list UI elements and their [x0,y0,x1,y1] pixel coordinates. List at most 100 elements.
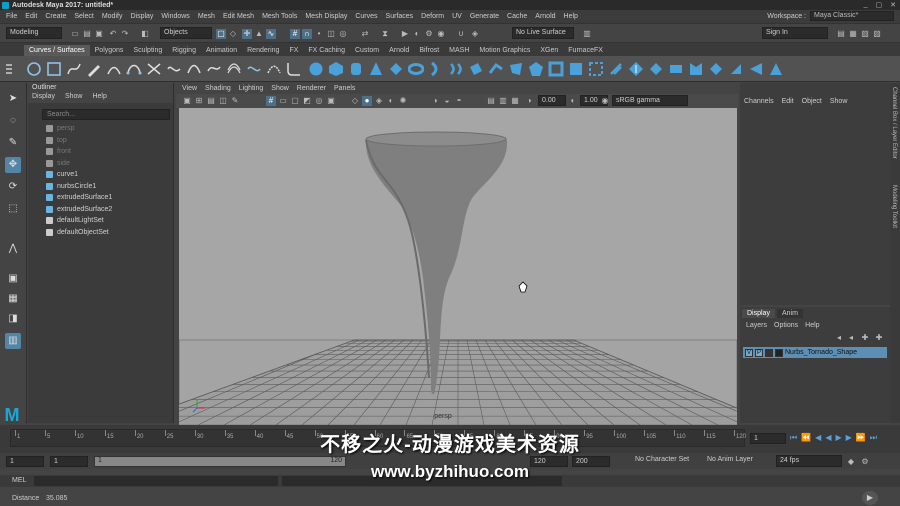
attach-curves-icon[interactable] [146,61,162,77]
shelf-tab-custom[interactable]: Custom [350,45,384,56]
nurbs-square-icon[interactable] [46,61,62,77]
open-close-surface-icon[interactable] [728,61,744,77]
rebuild-surface-icon[interactable] [768,61,784,77]
shelf-tab-fx[interactable]: FX [284,45,303,56]
four-view-layout-icon[interactable]: ▦ [5,291,21,307]
lasso-tool-icon[interactable]: ◌ [5,113,21,129]
outliner-menu-help[interactable]: Help [92,93,106,103]
outliner-item[interactable]: nurbsCircle1 [46,181,96,192]
outliner-item[interactable]: front [46,146,71,157]
resolution-gate-icon[interactable]: ▢ [290,96,300,106]
outliner-search-input[interactable]: Search... [42,109,170,120]
ep-curve-tool-icon[interactable] [66,61,82,77]
extend-curve-icon[interactable] [206,61,222,77]
toggle-attribute-editor-icon[interactable]: ▦ [848,29,858,39]
ipr-render-icon[interactable]: ◐ [412,29,422,39]
viewport-menu-panels[interactable]: Panels [334,85,355,92]
last-tool-icon[interactable]: ⋀ [5,241,21,257]
open-scene-icon[interactable]: ▤ [82,29,92,39]
fillet-curve-icon[interactable] [286,61,302,77]
shelf-settings-icon[interactable] [4,61,14,77]
render-settings-icon[interactable]: ⚙ [424,29,434,39]
insert-knot-icon[interactable] [186,61,202,77]
snap-point-icon[interactable]: • [314,29,324,39]
menu-mesh[interactable]: Mesh [198,13,215,20]
construction-history-icon[interactable]: ⧗ [380,29,390,39]
single-perspective-layout-icon[interactable]: ▣ [5,271,21,287]
gamma-icon[interactable]: ◐ [568,96,578,106]
close-button[interactable]: ✕ [890,1,896,9]
shelf-tab-sculpting[interactable]: Sculpting [128,45,167,56]
shelf-tab-arnold[interactable]: Arnold [384,45,414,56]
magnet-icon[interactable]: ∪ [456,29,466,39]
menu-mesh-display[interactable]: Mesh Display [305,13,347,20]
pick-mask-icon[interactable]: ✛ [242,29,252,39]
square-surface-icon[interactable] [568,61,584,77]
camera-bookmarks-icon[interactable]: ⊞ [194,96,204,106]
snap-view-plane-icon[interactable]: ◫ [326,29,336,39]
shelf-tab-furnacefx[interactable]: FurnaceFX [563,45,608,56]
layer-tab-display[interactable]: Display [742,309,775,318]
exposure-icon[interactable]: ◑ [524,96,534,106]
channel-box-menu-object[interactable]: Object [802,98,822,105]
workspace-dropdown[interactable]: Maya Classic* [810,11,894,21]
menu-set-dropdown[interactable]: Modeling [6,27,62,39]
render-frame-icon[interactable]: ▶ [400,29,410,39]
menu-edit[interactable]: Edit [25,13,37,20]
shelf-tab-fx-caching[interactable]: FX Caching [303,45,350,56]
project-curve-icon[interactable] [608,61,624,77]
side-tab-channel-box[interactable]: Channel Box / Layer Editor [891,87,897,159]
layer-visibility-toggle[interactable]: V [745,348,753,357]
extrude-icon[interactable] [488,61,504,77]
menu-deform[interactable]: Deform [421,13,444,20]
grease-pencil-icon[interactable]: ✎ [230,96,240,106]
viewport-menu-shading[interactable]: Shading [205,85,231,92]
gate-mask-icon[interactable]: ◩ [302,96,312,106]
exposure-field[interactable]: 0.00 [538,95,566,106]
menu-cache[interactable]: Cache [507,13,527,20]
shelf-tab-rendering[interactable]: Rendering [242,45,284,56]
revolve-icon[interactable] [428,61,444,77]
toggle-tool-settings-icon[interactable]: ▧ [860,29,870,39]
snap-curve-icon[interactable]: ∩ [302,29,312,39]
image-plane-icon[interactable]: ▤ [206,96,216,106]
layer-menu-layers[interactable]: Layers [746,322,767,329]
outliner-item[interactable]: defaultLightSet [46,215,104,226]
surface-fillet-icon[interactable] [588,61,604,77]
two-d-pan-zoom-icon[interactable]: ◫ [218,96,228,106]
outliner-menu-show[interactable]: Show [65,93,83,103]
untrim-icon[interactable] [668,61,684,77]
nurbs-cylinder-icon[interactable] [348,61,364,77]
menu-modify[interactable]: Modify [102,13,123,20]
shelf-tab-curves-surfaces[interactable]: Curves / Surfaces [24,45,90,56]
toggle-panels-icon[interactable]: ▥ [582,29,592,39]
outliner-item[interactable]: side [46,158,70,169]
layer-display-type-icon[interactable] [765,348,773,357]
perspective-viewport[interactable]: persp [179,108,737,425]
shadows-icon[interactable]: ◑ [430,96,440,106]
menu-select[interactable]: Select [74,13,93,20]
intersect-surfaces-icon[interactable] [628,61,644,77]
textured-icon[interactable]: ◐ [386,96,396,106]
layer-up-icon[interactable]: ◂ [834,333,844,343]
wireframe-icon[interactable]: ◇ [350,96,360,106]
menu-uv[interactable]: UV [452,13,462,20]
insert-isoparm-icon[interactable] [748,61,764,77]
shelf-tab-xgen[interactable]: XGen [535,45,563,56]
shelf-tab-mash[interactable]: MASH [444,45,474,56]
shelf-tab-rigging[interactable]: Rigging [167,45,201,56]
safe-action-icon[interactable]: ▣ [326,96,336,106]
nurbs-torus-icon[interactable] [408,61,424,77]
motion-blur-icon[interactable]: ◓ [454,96,464,106]
menu-help[interactable]: Help [564,13,578,20]
shelf-tab-bifrost[interactable]: Bifrost [414,45,444,56]
side-tab-modeling-toolkit[interactable]: Modeling Toolkit [891,185,897,228]
three-point-arc-icon[interactable] [106,61,122,77]
hypershade-icon[interactable]: ◉ [436,29,446,39]
symmetry-icon[interactable]: ◈ [470,29,480,39]
screen-space-ao-icon[interactable]: ◒ [442,96,452,106]
redo-icon[interactable]: ↷ [120,29,130,39]
move-tool-icon[interactable]: ✥ [5,157,21,173]
smooth-shade-icon[interactable]: ● [362,96,372,106]
pick-mask-handle-icon[interactable]: ▲ [254,29,264,39]
